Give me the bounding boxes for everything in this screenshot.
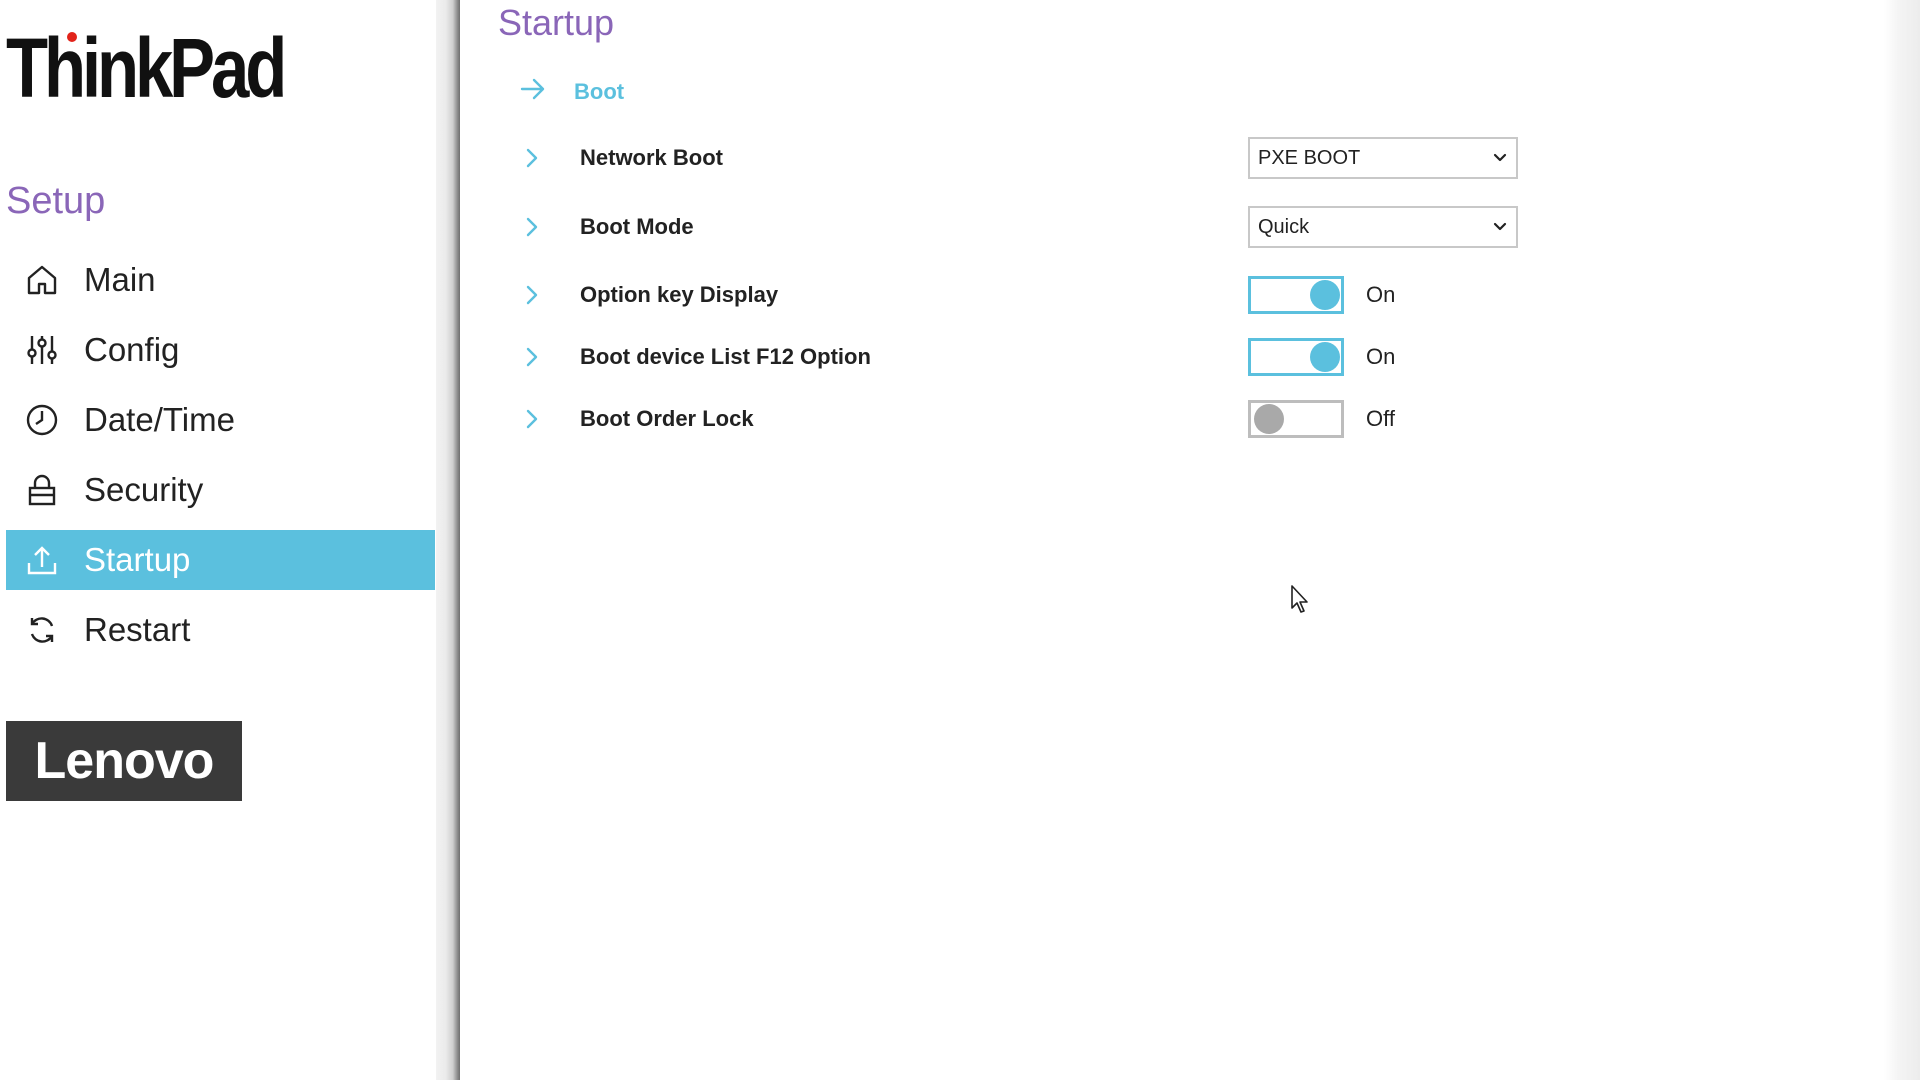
setup-title: Setup <box>6 180 106 222</box>
setting-label: Network Boot <box>580 145 723 170</box>
setting-row-boot-order-lock: Boot Order Lock Off <box>520 396 1520 442</box>
page-title: Startup <box>498 2 615 43</box>
toggle-knob <box>1310 342 1340 372</box>
thinkpad-logo-dot <box>67 32 77 42</box>
main-panel: Startup Boot Network Boot PXE BOOT Boot … <box>466 0 1886 1080</box>
boot-order-lock-toggle[interactable] <box>1248 400 1344 438</box>
setting-label: Boot Order Lock <box>580 406 754 431</box>
setting-label: Boot device List F12 Option <box>580 344 871 369</box>
setting-label: Boot Mode <box>580 214 694 239</box>
sidebar-item-startup[interactable]: Startup <box>6 530 435 590</box>
sidebar-item-label: Startup <box>84 541 191 578</box>
sidebar-item-label: Main <box>84 261 156 298</box>
lenovo-logo-text: Lenovo <box>34 732 215 790</box>
sidebar-item-label: Security <box>84 471 204 508</box>
window-edge <box>1884 0 1920 1080</box>
sidebar-item-config[interactable]: Config <box>6 320 435 380</box>
upload-icon <box>22 540 62 580</box>
toggle-knob <box>1254 404 1284 434</box>
setting-row-option-key-display: Option key Display On <box>520 272 1520 318</box>
sidebar-item-label: Restart <box>84 611 191 648</box>
network-boot-select[interactable]: PXE BOOT <box>1248 137 1518 179</box>
chevron-right-icon[interactable] <box>520 146 544 170</box>
lock-icon <box>22 470 62 510</box>
select-value: Quick <box>1258 215 1310 238</box>
mouse-cursor-icon <box>1290 584 1310 619</box>
setting-row-boot-device-list-f12: Boot device List F12 Option On <box>520 334 1520 380</box>
section-label: Boot <box>574 78 625 104</box>
thinkpad-logo: ThinkPad <box>6 21 287 115</box>
home-icon <box>22 260 62 300</box>
boot-mode-select[interactable]: Quick <box>1248 206 1518 248</box>
sidebar: ThinkPad Setup Main Config Date/Time Sec… <box>0 0 436 1080</box>
sidebar-item-label: Config <box>84 331 180 368</box>
sidebar-divider <box>436 0 460 1080</box>
select-value: PXE BOOT <box>1258 146 1361 169</box>
lenovo-logo: Lenovo <box>6 721 242 801</box>
setting-row-network-boot: Network Boot PXE BOOT <box>520 135 1520 181</box>
sidebar-item-label: Date/Time <box>84 401 235 438</box>
chevron-right-icon[interactable] <box>520 407 544 431</box>
sidebar-item-restart[interactable]: Restart <box>6 600 435 660</box>
toggle-state-label: On <box>1366 344 1396 369</box>
sidebar-item-date-time[interactable]: Date/Time <box>6 390 435 450</box>
refresh-icon <box>22 610 62 650</box>
chevron-right-icon[interactable] <box>520 283 544 307</box>
setting-label: Option key Display <box>580 282 779 307</box>
sliders-icon <box>22 330 62 370</box>
sidebar-item-security[interactable]: Security <box>6 460 435 520</box>
toggle-state-label: Off <box>1366 406 1395 431</box>
section-boot[interactable]: Boot <box>520 78 624 105</box>
chevron-down-icon <box>1488 215 1512 239</box>
chevron-right-icon[interactable] <box>520 215 544 239</box>
setting-row-boot-mode: Boot Mode Quick <box>520 204 1520 250</box>
toggle-state-label: On <box>1366 282 1396 307</box>
sidebar-item-main[interactable]: Main <box>6 250 435 310</box>
chevron-down-icon <box>1488 146 1512 170</box>
toggle-knob <box>1310 280 1340 310</box>
chevron-right-icon[interactable] <box>520 345 544 369</box>
arrow-right-icon <box>520 78 546 105</box>
clock-icon <box>22 400 62 440</box>
sidebar-nav: Main Config Date/Time Security Startup R… <box>6 250 435 670</box>
option-key-display-toggle[interactable] <box>1248 276 1344 314</box>
boot-device-list-f12-toggle[interactable] <box>1248 338 1344 376</box>
